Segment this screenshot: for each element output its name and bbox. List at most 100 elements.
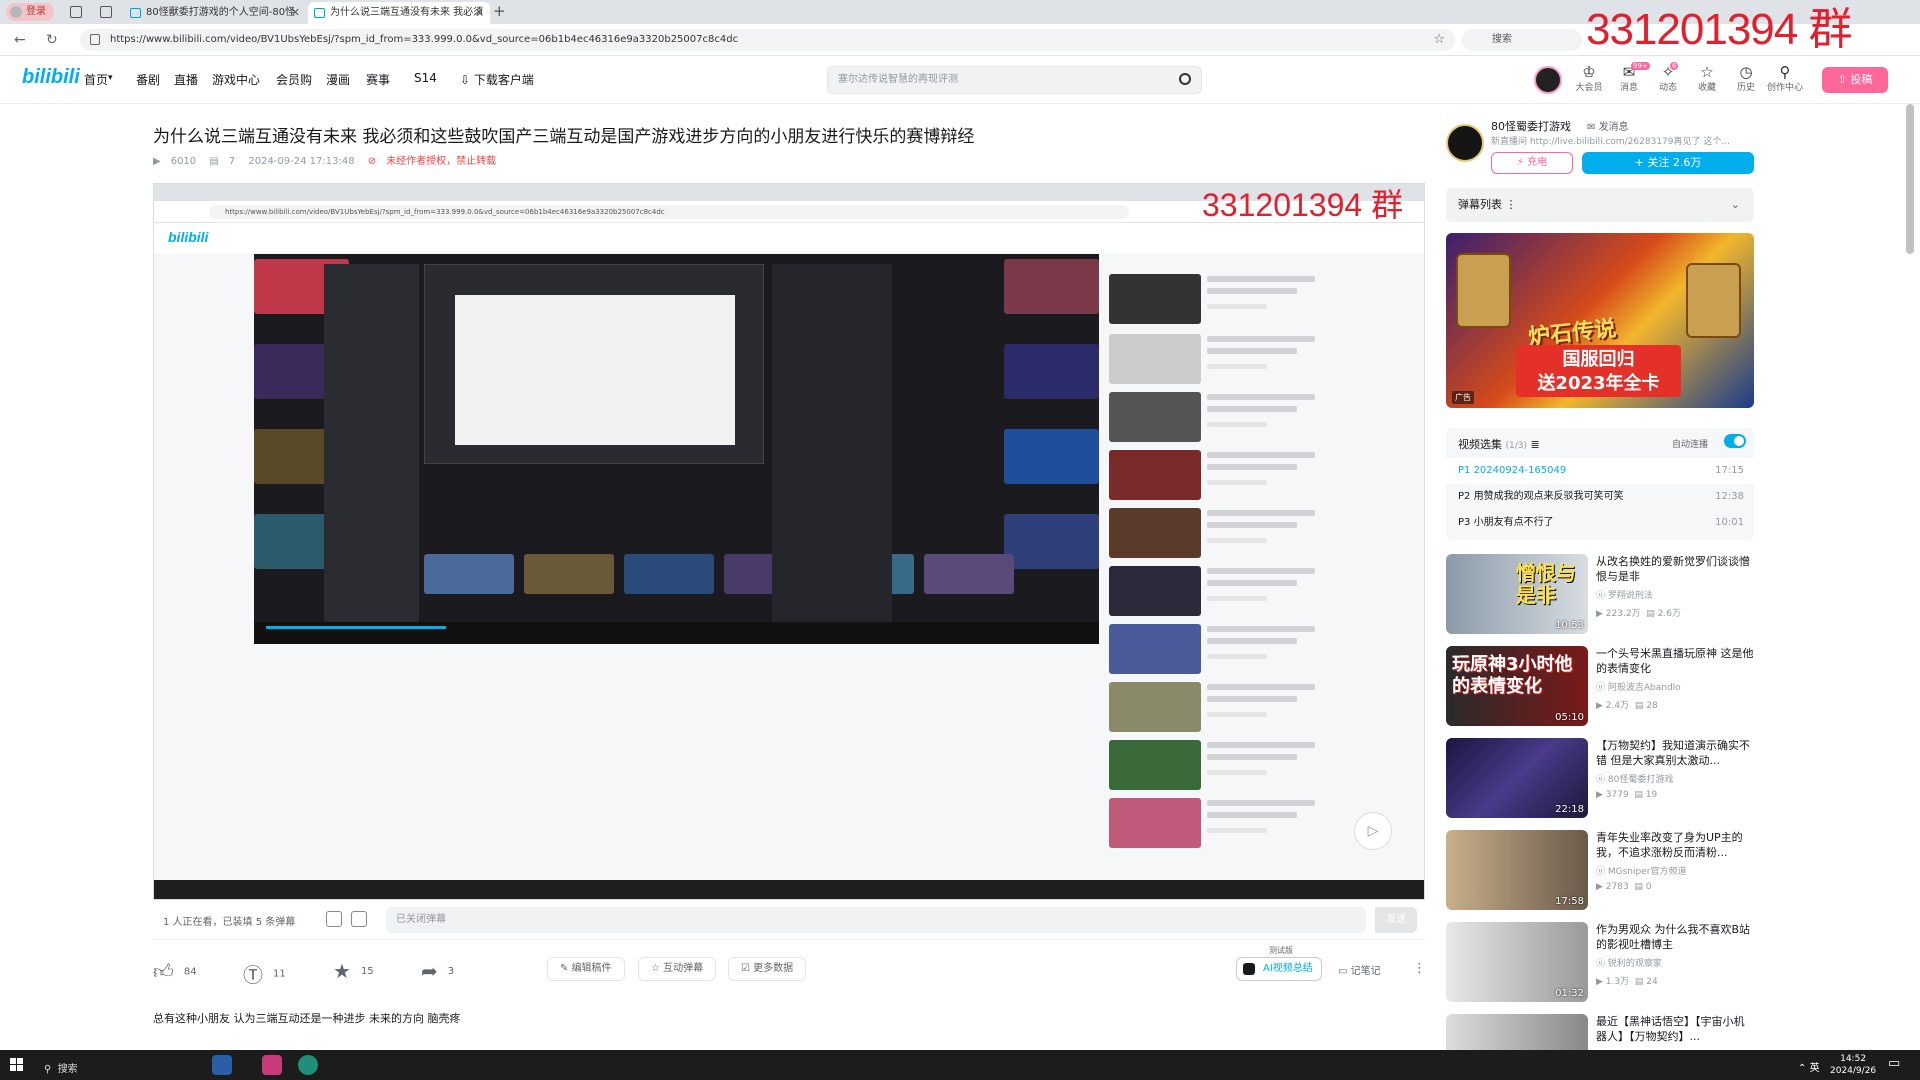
ime-indicator[interactable]: ⌃ 英 (1798, 1059, 1820, 1074)
nav-home[interactable]: 首页 (84, 71, 108, 88)
search-icon[interactable] (1179, 73, 1191, 85)
recorded-list-item (1109, 392, 1315, 442)
favorite-button[interactable]: ★ 15 (333, 959, 374, 983)
header-dynamic[interactable]: ✧ 6 动态 (1650, 62, 1686, 93)
ad-promo-box: 国服回归 送2023年全卡 (1516, 345, 1681, 397)
thumbs-up-icon: 👍︎ (153, 959, 174, 983)
tab-current-video[interactable]: 为什么说三端互通没有未来 我必须 ✕ (308, 2, 490, 24)
nav-live[interactable]: 直播 (174, 71, 198, 88)
profile-icon (10, 6, 22, 18)
upload-button[interactable]: ⇧ 投稿 (1822, 67, 1888, 93)
nav-manga[interactable]: 漫画 (326, 71, 350, 88)
nav-s14[interactable]: S14 (414, 71, 437, 85)
new-tab-icon[interactable]: + (493, 2, 506, 20)
recorded-line (1207, 770, 1267, 775)
uploader-avatar[interactable] (1446, 124, 1484, 162)
recommend-item[interactable]: 最近【黑神话悟空】【宇宙小机器人】【万物契约】... (1446, 1014, 1754, 1050)
video-player[interactable]: https://www.bilibili.com/video/BV1UbsYeb… (153, 183, 1425, 900)
close-icon[interactable]: ✕ (291, 2, 300, 24)
header-vip[interactable]: ♔ 大会员 (1571, 64, 1607, 93)
recorded-line (1207, 510, 1315, 516)
danmaku-toggle-icon[interactable] (326, 911, 342, 927)
site-header: bilibili 首页 ▾ 番剧 直播 游戏中心 会员购 漫画 赛事 S14 ⇩… (0, 56, 1920, 104)
danmaku-input[interactable]: 已关闭弹幕 (386, 907, 1366, 933)
play-icon[interactable]: ▷ (1354, 812, 1392, 850)
send-message-link[interactable]: ✉ 发消息 (1587, 118, 1629, 133)
danmaku-settings-icon[interactable] (351, 911, 367, 927)
uploader-name[interactable]: 80怪蜀委打游戏 (1491, 118, 1571, 134)
chevron-down-icon: ⌄ (1730, 198, 1740, 211)
coin-button[interactable]: Ⓣ 11 (243, 959, 286, 988)
interactive-danmaku-button[interactable]: ☆ 互动弹幕 (638, 957, 717, 981)
ai-summary-button[interactable]: AI视频总结 (1236, 957, 1322, 981)
download-client-link[interactable]: ⇩ 下载客户端 (460, 71, 534, 88)
playlist-item[interactable]: P1 20240924-165049 17:15 (1446, 458, 1754, 484)
close-icon[interactable]: ✕ (475, 2, 484, 24)
recorded-dark-panel-right (772, 264, 892, 624)
edit-video-button[interactable]: ✎ 编辑稿件 (547, 957, 625, 981)
header-message[interactable]: ✉ 99+ 消息 (1611, 62, 1650, 93)
header-history[interactable]: ◷ 历史 (1728, 64, 1764, 93)
url-input[interactable]: https://www.bilibili.com/video/BV1UbsYeb… (80, 29, 1455, 51)
danmaku-list-toggle[interactable]: 弹幕列表 ⋮ ⌄ (1446, 188, 1754, 222)
author-name: 罗翔说刑法 (1607, 591, 1653, 601)
tab-uploader-space[interactable]: 80怪獸委打游戏的个人空间-80怪 ✕ (124, 2, 306, 24)
like-button[interactable]: 👍︎ 84 (153, 959, 197, 984)
download-label: 下载客户端 (473, 73, 534, 87)
playlist-item-duration: 17:15 (1715, 465, 1744, 476)
nav-anime[interactable]: 番剧 (136, 71, 160, 88)
playlist-item[interactable]: P3 小朋友有点不行了 10:01 (1446, 510, 1754, 536)
bookmark-star-icon[interactable]: ☆ (1433, 29, 1445, 51)
upload-label: 投稿 (1850, 73, 1873, 86)
more-options-icon[interactable]: ⋮ (1413, 961, 1426, 976)
browser-login-button[interactable]: 登录 (6, 3, 54, 21)
autoplay-toggle[interactable] (1724, 434, 1746, 448)
bilibili-logo[interactable]: bilibili (22, 66, 80, 89)
recommend-item[interactable]: 22:18 【万物契约】我知道演示确实不错 但是大家真别太激动... ⓤ 80怪… (1446, 738, 1754, 820)
author-name: 锐利的观察家 (1607, 959, 1662, 969)
recorded-url: https://www.bilibili.com/video/BV1UbsYeb… (209, 205, 1129, 219)
site-search-input[interactable]: 塞尔达传说智慧的再现评测 (827, 66, 1202, 94)
charge-button[interactable]: ⚡ 充电 (1491, 152, 1573, 174)
nav-game-center[interactable]: 游戏中心 (212, 71, 260, 88)
recommend-item[interactable]: 玩原神3小时他的表情变化 05:10 一个头号米黑直播玩原神 这是他的表情变化 ⓤ… (1446, 646, 1754, 728)
recommend-item[interactable]: 憎恨与是非 10:53 从改名换姓的爱新觉罗们谈谈憎恨与是非 ⓤ 罗翔说刑法 ▶ … (1446, 554, 1754, 636)
recorded-line (1207, 406, 1297, 412)
playlist-item[interactable]: P2 用赞成我的观点来反驳我可笑可笑 12:38 (1446, 484, 1754, 510)
recorded-line (1207, 568, 1315, 574)
follow-button[interactable]: + 关注 2.6万 (1582, 152, 1754, 174)
recorded-line (1207, 304, 1267, 309)
edge-browser-icon[interactable] (298, 1055, 318, 1075)
recorded-line (1207, 348, 1297, 354)
recommend-title: 最近【黑神话悟空】【宇宙小机器人】【万物契约】... (1596, 1015, 1745, 1043)
taskbar-app-icon[interactable] (212, 1055, 232, 1075)
browser-search-input[interactable]: 搜索 (1462, 29, 1582, 51)
more-data-button[interactable]: ☑ 更多数据 (728, 957, 807, 981)
danmaku-icon: ▤ (209, 156, 219, 167)
notification-icon[interactable]: ▭ (1888, 1056, 1900, 1071)
collections-icon[interactable] (70, 6, 82, 18)
recorded-thumb (1109, 566, 1201, 616)
back-icon[interactable]: ← (14, 32, 26, 48)
coin-count: 11 (273, 968, 286, 980)
clock-date: 2024/9/26 (1830, 1066, 1877, 1076)
taskbar-app-icon[interactable] (262, 1055, 282, 1075)
nav-esports[interactable]: 赛事 (366, 71, 390, 88)
header-creator[interactable]: ⚲ 创作中心 (1767, 64, 1803, 93)
share-button[interactable]: ➦ 3 (421, 959, 454, 983)
refresh-icon[interactable]: ↻ (46, 32, 58, 48)
ad-banner[interactable]: 炉石传说 国服回归 送2023年全卡 广告 (1446, 233, 1754, 408)
recommend-item[interactable]: 17:58 青年失业率改变了身为UP主的我，不追求涨粉反而清粉... ⓤ MGs… (1446, 830, 1754, 912)
recommend-item[interactable]: 01:32 作为男观众 为什么我不喜欢B站的影视吐槽博主 ⓤ 锐利的观察家 ▶ … (1446, 922, 1754, 1004)
nav-mall[interactable]: 会员购 (276, 71, 312, 88)
send-danmaku-button[interactable]: 发送 (1375, 907, 1417, 933)
user-avatar[interactable] (1534, 66, 1562, 94)
taskbar-search[interactable]: ⚲ 搜索 (44, 1060, 78, 1075)
header-favorites[interactable]: ☆ 收藏 (1689, 64, 1725, 93)
recommend-title: 一个头号米黑直播玩原神 这是他的表情变化 (1596, 647, 1754, 675)
page-scrollbar[interactable] (1906, 104, 1914, 254)
windows-start-icon[interactable] (10, 1058, 24, 1072)
taskbar-clock[interactable]: 14:52 2024/9/26 (1830, 1053, 1876, 1077)
notes-button[interactable]: ▭ 记笔记 (1338, 962, 1381, 977)
tab-actions-icon[interactable] (100, 6, 112, 18)
